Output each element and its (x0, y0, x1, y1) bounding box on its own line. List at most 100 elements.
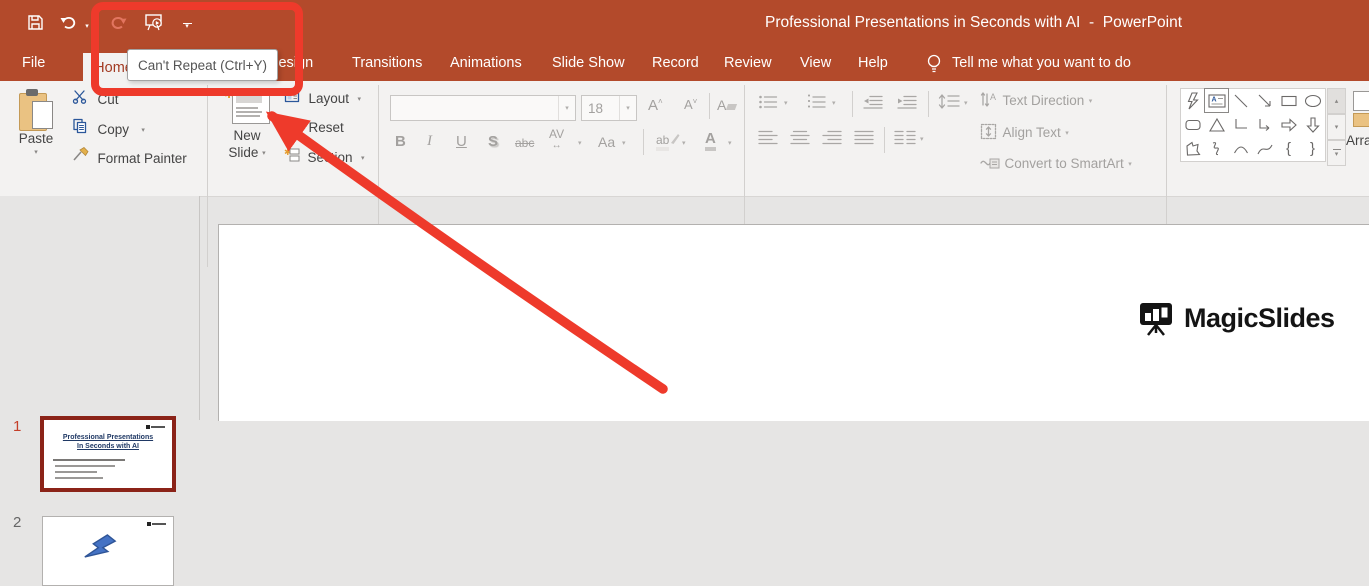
shape-freeform-icon[interactable] (1181, 137, 1204, 160)
eraser-icon (726, 104, 738, 110)
gallery-more-button[interactable]: ▾ (1327, 140, 1346, 166)
decrease-indent-icon (863, 95, 883, 109)
bullets-button[interactable] (758, 94, 778, 115)
shape-line-icon[interactable] (1229, 89, 1252, 112)
shape-left-brace-icon[interactable]: { (1277, 137, 1300, 160)
character-spacing-button[interactable]: AV ↔ (549, 128, 564, 151)
lightning-bolt-shape (84, 534, 117, 558)
text-shadow-button[interactable]: S (488, 133, 498, 150)
tab-animations[interactable]: Animations (450, 45, 522, 81)
undo-icon (60, 16, 75, 29)
tell-me-box[interactable]: Tell me what you want to do (952, 45, 1131, 81)
tab-transitions[interactable]: Transitions (352, 45, 422, 81)
convert-to-smartart-button[interactable]: Convert to SmartArt ▾ (980, 155, 1132, 173)
tab-view[interactable]: View (800, 45, 831, 81)
copy-button[interactable]: Copy ▾ (72, 118, 145, 139)
reset-icon (284, 119, 299, 131)
paste-button[interactable]: Paste ▾ (8, 86, 64, 176)
chevron-down-icon: ▾ (626, 105, 630, 112)
chevron-down-icon[interactable]: ▾ (682, 139, 686, 147)
svg-text:A: A (990, 92, 996, 102)
paste-icon (19, 89, 53, 131)
section-label: Section (307, 150, 353, 165)
slide-2-thumbnail[interactable] (42, 516, 174, 586)
shape-triangle-icon[interactable] (1205, 113, 1228, 136)
text-direction-button[interactable]: A Text Direction ▾ (980, 91, 1092, 110)
section-button[interactable]: ✱ Section ▾ (284, 147, 364, 167)
tab-record[interactable]: Record (652, 45, 699, 81)
chevron-down-icon[interactable]: ▾ (832, 99, 836, 107)
justify-button[interactable] (854, 129, 874, 150)
tab-file[interactable]: File (22, 45, 45, 81)
line-spacing-button[interactable] (938, 93, 960, 116)
magicslides-mini-logo (146, 522, 166, 526)
shape-curve-icon[interactable] (1253, 137, 1276, 160)
layout-label: Layout (308, 91, 349, 106)
shape-right-arrow-icon[interactable] (1277, 113, 1300, 136)
reset-button[interactable]: Reset (284, 118, 344, 137)
increase-indent-button[interactable] (896, 94, 918, 115)
shape-arc-icon[interactable] (1229, 137, 1252, 160)
strikethrough-button[interactable]: abc (515, 136, 534, 150)
change-case-button[interactable]: Aa (598, 134, 615, 150)
save-button[interactable] (24, 8, 46, 36)
shape-lightning-bolt-icon[interactable] (1181, 89, 1204, 112)
highlight-color-button[interactable]: ab (656, 131, 680, 151)
shapes-gallery[interactable]: A { } (1180, 88, 1326, 162)
shape-rounded-rectangle-icon[interactable] (1181, 113, 1204, 136)
shape-oval-icon[interactable] (1301, 89, 1324, 112)
shape-down-arrow-icon[interactable] (1301, 113, 1324, 136)
align-right-button[interactable] (822, 129, 842, 150)
slide-editing-canvas[interactable]: MagicSlides (218, 224, 1369, 421)
increase-font-size-button[interactable]: A˄ (648, 97, 663, 114)
align-text-button[interactable]: Align Text ▾ (980, 123, 1069, 142)
decrease-font-size-button[interactable]: A˅ (684, 97, 697, 112)
font-name-combobox[interactable]: ▾ (390, 95, 576, 121)
chevron-down-icon[interactable]: ▾ (578, 139, 582, 147)
font-color-button[interactable]: A (705, 131, 716, 151)
panel-divider[interactable] (199, 196, 200, 420)
bold-button[interactable]: B (395, 133, 406, 150)
shape-elbow-connector-icon[interactable] (1229, 113, 1252, 136)
chevron-down-icon[interactable]: ▾ (784, 99, 788, 107)
increase-indent-icon (897, 95, 917, 109)
shape-right-brace-icon[interactable]: } (1301, 137, 1324, 160)
shape-text-box-icon[interactable]: A (1204, 88, 1229, 113)
tab-help[interactable]: Help (858, 45, 888, 81)
scroll-down-icon: ▾ (1334, 124, 1339, 131)
shape-arrow-icon[interactable] (1253, 89, 1276, 112)
new-slide-button[interactable]: ✱ New Slide ▾ (216, 86, 278, 176)
shape-rectangle-icon[interactable] (1277, 89, 1300, 112)
svg-text:A: A (1211, 96, 1216, 103)
undo-button[interactable] (57, 8, 79, 36)
underline-button[interactable]: U (456, 133, 467, 150)
gallery-scroll-down-button[interactable]: ▾ (1327, 114, 1346, 140)
arrange-button[interactable]: Arrange (1346, 133, 1369, 148)
chevron-down-icon: ▾ (357, 95, 361, 103)
italic-button[interactable]: I (427, 133, 432, 150)
magicslides-logo[interactable]: MagicSlides (1136, 297, 1335, 339)
columns-button[interactable] (894, 129, 916, 150)
decrease-indent-button[interactable] (862, 94, 884, 115)
chevron-down-icon: ▾ (1088, 97, 1093, 105)
format-painter-button[interactable]: Format Painter (72, 146, 187, 168)
text-direction-label: Text Direction (1002, 93, 1085, 108)
line-spacing-icon (938, 94, 960, 109)
chevron-down-icon[interactable]: ▾ (622, 139, 626, 147)
numbering-button[interactable] (806, 94, 826, 115)
align-center-button[interactable] (790, 129, 810, 150)
chevron-down-icon[interactable]: ▾ (920, 135, 924, 143)
tooltip-text: Can't Repeat (Ctrl+Y) (138, 57, 268, 73)
shape-scribble-icon[interactable] (1205, 137, 1228, 160)
shape-elbow-arrow-connector-icon[interactable] (1253, 113, 1276, 136)
chevron-down-icon: ▾ (85, 23, 89, 30)
tab-slide-show[interactable]: Slide Show (552, 45, 625, 81)
clear-formatting-button[interactable]: A (717, 97, 738, 113)
tab-review[interactable]: Review (724, 45, 772, 81)
chevron-down-icon[interactable]: ▾ (728, 139, 732, 147)
align-left-button[interactable] (758, 129, 778, 150)
slide-1-thumbnail[interactable]: Professional Presentations In Seconds wi… (40, 416, 176, 492)
gallery-scroll-up-button[interactable]: ▴ (1327, 88, 1346, 114)
chevron-down-icon[interactable]: ▾ (964, 99, 968, 107)
font-size-combobox[interactable]: 18 ▾ (581, 95, 637, 121)
